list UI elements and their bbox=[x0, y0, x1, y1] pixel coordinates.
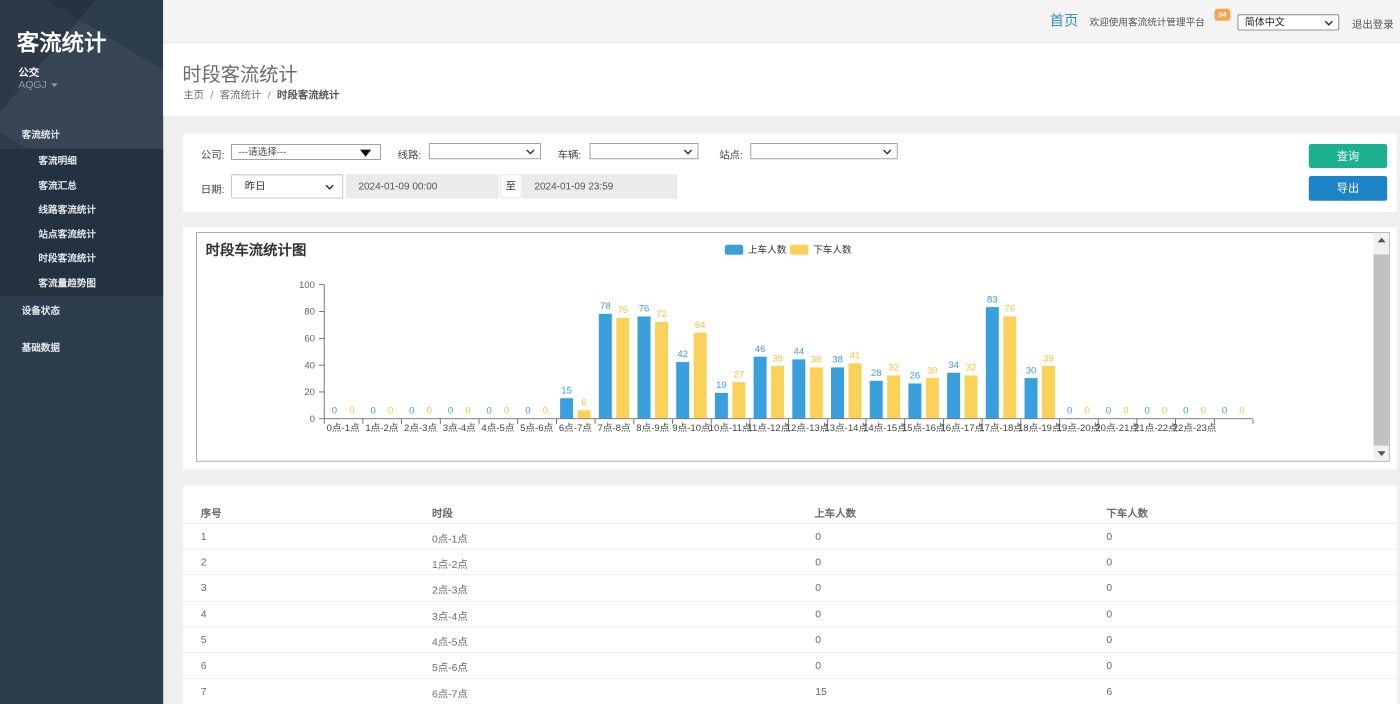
svg-text:5点-6点: 5点-6点 bbox=[520, 423, 553, 434]
svg-text:21点-22点: 21点-22点 bbox=[1134, 423, 1178, 434]
svg-text:22点-23点: 22点-23点 bbox=[1173, 423, 1217, 434]
svg-text:17点-18点: 17点-18点 bbox=[979, 423, 1023, 434]
svg-text:0: 0 bbox=[409, 406, 414, 417]
svg-text:0: 0 bbox=[487, 406, 492, 417]
svg-text:0: 0 bbox=[349, 406, 354, 417]
svg-text:0: 0 bbox=[465, 406, 470, 417]
svg-text:40: 40 bbox=[304, 360, 315, 371]
svg-text:75: 75 bbox=[617, 305, 628, 316]
svg-text:32: 32 bbox=[888, 363, 899, 374]
svg-text:38: 38 bbox=[811, 355, 822, 366]
svg-text:44: 44 bbox=[793, 347, 804, 358]
svg-text:39: 39 bbox=[1043, 353, 1054, 364]
svg-text:19: 19 bbox=[716, 380, 727, 391]
svg-text:72: 72 bbox=[656, 309, 667, 320]
svg-text:0: 0 bbox=[448, 406, 453, 417]
svg-text:时段车流统计图: 时段车流统计图 bbox=[206, 241, 307, 259]
svg-text:12点-13点: 12点-13点 bbox=[786, 423, 830, 434]
svg-text:0: 0 bbox=[310, 414, 315, 425]
svg-text:20: 20 bbox=[304, 387, 315, 398]
svg-text:6: 6 bbox=[581, 397, 586, 408]
svg-text:34: 34 bbox=[948, 360, 959, 371]
svg-text:28: 28 bbox=[871, 368, 882, 379]
svg-text:27: 27 bbox=[734, 369, 745, 380]
svg-text:0: 0 bbox=[1123, 406, 1128, 417]
svg-text:2点-3点: 2点-3点 bbox=[404, 423, 437, 434]
svg-text:0: 0 bbox=[1222, 406, 1227, 417]
svg-text:3点-4点: 3点-4点 bbox=[443, 423, 476, 434]
svg-text:16点-17点: 16点-17点 bbox=[940, 423, 984, 434]
svg-text:0: 0 bbox=[1144, 406, 1149, 417]
svg-text:19点-20点: 19点-20点 bbox=[1057, 423, 1101, 434]
svg-text:13点-14点: 13点-14点 bbox=[824, 423, 868, 434]
svg-text:4点-5点: 4点-5点 bbox=[481, 423, 514, 434]
svg-text:0: 0 bbox=[370, 406, 375, 417]
svg-text:64: 64 bbox=[695, 320, 706, 331]
svg-text:20点-21点: 20点-21点 bbox=[1095, 423, 1139, 434]
svg-text:32: 32 bbox=[966, 363, 977, 374]
svg-text:0: 0 bbox=[543, 406, 548, 417]
svg-text:0: 0 bbox=[1106, 406, 1111, 417]
svg-text:0: 0 bbox=[1201, 406, 1206, 417]
svg-text:10点-11点: 10点-11点 bbox=[709, 423, 752, 434]
svg-text:0: 0 bbox=[1067, 406, 1072, 417]
svg-text:0: 0 bbox=[1183, 406, 1188, 417]
svg-text:8点-9点: 8点-9点 bbox=[636, 423, 669, 434]
svg-text:38: 38 bbox=[832, 355, 843, 366]
svg-text:0: 0 bbox=[1162, 406, 1167, 417]
svg-text:0点-1点: 0点-1点 bbox=[327, 423, 360, 434]
svg-text:0: 0 bbox=[1239, 406, 1244, 417]
svg-text:0: 0 bbox=[427, 406, 432, 417]
svg-text:0: 0 bbox=[332, 406, 337, 417]
svg-text:80: 80 bbox=[304, 307, 315, 318]
svg-text:26: 26 bbox=[910, 371, 921, 382]
svg-text:15: 15 bbox=[561, 385, 572, 396]
svg-text:100: 100 bbox=[299, 280, 315, 291]
svg-text:14点-15点: 14点-15点 bbox=[863, 423, 907, 434]
svg-text:18点-19点: 18点-19点 bbox=[1018, 423, 1062, 434]
svg-text:41: 41 bbox=[850, 351, 861, 362]
svg-text:15点-16点: 15点-16点 bbox=[902, 423, 946, 434]
svg-text:76: 76 bbox=[1004, 304, 1015, 315]
svg-text:0: 0 bbox=[388, 406, 393, 417]
svg-text:42: 42 bbox=[677, 349, 688, 360]
svg-text:0: 0 bbox=[504, 406, 509, 417]
svg-text:30: 30 bbox=[1026, 365, 1037, 376]
svg-text:下车人数: 下车人数 bbox=[813, 244, 852, 256]
svg-text:6点-7点: 6点-7点 bbox=[559, 423, 592, 434]
svg-text:76: 76 bbox=[639, 304, 650, 315]
svg-text:9点-10点: 9点-10点 bbox=[672, 423, 711, 434]
svg-text:46: 46 bbox=[755, 344, 766, 355]
svg-text:30: 30 bbox=[927, 365, 938, 376]
svg-text:78: 78 bbox=[600, 301, 611, 312]
svg-text:60: 60 bbox=[304, 334, 315, 345]
svg-text:上车人数: 上车人数 bbox=[748, 244, 787, 256]
svg-text:39: 39 bbox=[772, 353, 783, 364]
svg-text:7点-8点: 7点-8点 bbox=[598, 423, 631, 434]
svg-text:83: 83 bbox=[987, 294, 998, 305]
svg-text:0: 0 bbox=[1084, 406, 1089, 417]
svg-text:0: 0 bbox=[525, 406, 530, 417]
svg-text:1点-2点: 1点-2点 bbox=[365, 423, 398, 434]
svg-text:11点-12点: 11点-12点 bbox=[747, 423, 790, 434]
